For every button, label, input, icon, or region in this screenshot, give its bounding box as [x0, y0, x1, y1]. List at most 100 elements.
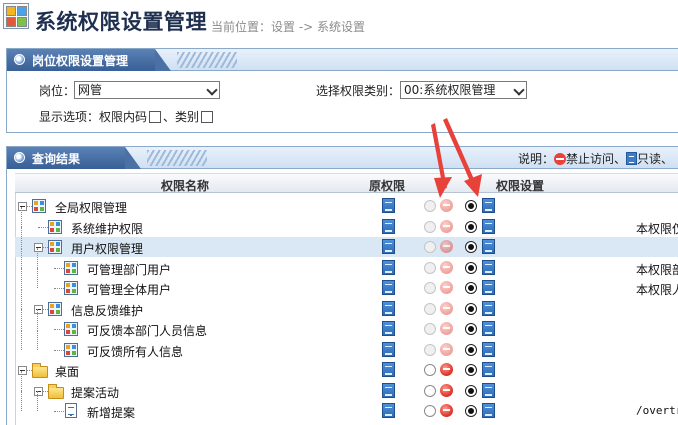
- permission-radio-selected[interactable]: [465, 323, 477, 335]
- table-row[interactable]: 可反馈所有人信息: [15, 330, 678, 360]
- permission-radio-none[interactable]: [424, 282, 436, 294]
- permission-radio-none[interactable]: [424, 262, 436, 274]
- permission-radio-none[interactable]: [424, 303, 436, 315]
- tree-item-label[interactable]: 信息反馈维护: [71, 302, 143, 319]
- forbid-icon[interactable]: [440, 302, 453, 315]
- permission-setting-icon[interactable]: [482, 321, 495, 336]
- permission-radio-none[interactable]: [424, 344, 436, 356]
- permission-radio-selected[interactable]: [465, 200, 477, 212]
- permission-radio-none[interactable]: [424, 221, 436, 233]
- permission-setting-icon[interactable]: [482, 219, 495, 234]
- tree-connector: [37, 391, 38, 411]
- module-icon: [64, 322, 78, 336]
- tree-item-label[interactable]: 用户权限管理: [71, 240, 143, 257]
- permission-radio-none[interactable]: [424, 241, 436, 253]
- table-row[interactable]: 系统维护权限 本权限仅: [15, 207, 678, 237]
- show-category-checkbox[interactable]: [201, 111, 214, 123]
- tree-item-label[interactable]: 系统维护权限: [71, 220, 143, 237]
- display-options: 显示选项：权限内码 、类别: [39, 108, 215, 125]
- tree-item-label[interactable]: 新增提案: [87, 404, 135, 421]
- tree-connector: [38, 227, 48, 228]
- permission-radio-none[interactable]: [424, 405, 436, 417]
- category-select[interactable]: 00:系统权限管理: [400, 81, 527, 99]
- tree-expander[interactable]: [18, 202, 27, 211]
- permission-setting-icon[interactable]: [482, 403, 495, 418]
- forbid-icon[interactable]: [440, 281, 453, 294]
- tree-connector: [54, 350, 64, 351]
- table-row[interactable]: 提案活动: [15, 371, 678, 401]
- results-panel-title: 查询结果: [32, 152, 81, 166]
- permission-setting-icon[interactable]: [482, 260, 495, 275]
- original-permission-icon: [382, 383, 395, 398]
- permission-setting-icon[interactable]: [482, 383, 495, 398]
- page-icon: [65, 403, 77, 418]
- forbid-icon[interactable]: [440, 343, 453, 356]
- table-row[interactable]: 用户权限管理: [15, 227, 678, 257]
- tree-item-label[interactable]: 可反馈所有人信息: [87, 343, 183, 360]
- permission-radio-selected[interactable]: [465, 221, 477, 233]
- position-select-value: 网管: [78, 83, 103, 97]
- permission-radio-none[interactable]: [424, 200, 436, 212]
- permission-radio-selected[interactable]: [465, 364, 477, 376]
- original-permission-icon: [382, 260, 395, 275]
- permission-setting-icon[interactable]: [482, 198, 495, 213]
- tree-item-label[interactable]: 可管理部门用户: [87, 261, 171, 278]
- legend: 说明： 禁止访问、 只读、: [518, 150, 673, 167]
- table-row[interactable]: 信息反馈维护: [15, 289, 678, 319]
- tree-expander[interactable]: [18, 366, 27, 375]
- top-header: 系统权限设置管理 当前位置：设置 -> 系统设置: [0, 0, 678, 40]
- forbid-icon[interactable]: [440, 363, 453, 376]
- legend-prefix: 说明：: [518, 152, 555, 166]
- show-code-checkbox[interactable]: [149, 111, 162, 123]
- permission-setting-icon[interactable]: [482, 301, 495, 316]
- table-row[interactable]: 新增提案/overtr: [15, 391, 678, 421]
- table-row[interactable]: 可反馈本部门人员信息: [15, 309, 678, 339]
- table-row[interactable]: 全局权限管理: [15, 196, 678, 216]
- table-row[interactable]: 可管理部门用户 本权限部: [15, 248, 678, 278]
- category-select-value: 00:系统权限管理: [404, 83, 496, 97]
- permission-radio-selected[interactable]: [465, 303, 477, 315]
- permission-radio-selected[interactable]: [465, 385, 477, 397]
- forbid-icon[interactable]: [440, 199, 453, 212]
- display-options-label: 显示选项：权限内码: [39, 110, 148, 124]
- column-header-original: 原权限: [369, 179, 406, 193]
- tree-expander[interactable]: [34, 305, 43, 314]
- forbid-icon[interactable]: [440, 261, 453, 274]
- permission-radio-none[interactable]: [424, 364, 436, 376]
- tree-item-label[interactable]: 桌面: [55, 363, 79, 380]
- forbid-icon[interactable]: [440, 220, 453, 233]
- permission-radio-selected[interactable]: [465, 241, 477, 253]
- forbid-icon[interactable]: [440, 404, 453, 417]
- tree-item-label[interactable]: 可反馈本部门人员信息: [87, 322, 207, 339]
- tree-item-label[interactable]: 提案活动: [71, 384, 119, 401]
- permission-radio-selected[interactable]: [465, 405, 477, 417]
- tree-connector: [21, 248, 22, 268]
- permission-radio-none[interactable]: [424, 385, 436, 397]
- permission-radio-selected[interactable]: [465, 282, 477, 294]
- permission-setting-icon[interactable]: [482, 280, 495, 295]
- tree-connector: [37, 309, 38, 329]
- permission-setting-icon[interactable]: [482, 239, 495, 254]
- permission-radio-selected[interactable]: [465, 262, 477, 274]
- table-row[interactable]: 可管理全体用户 本权限人: [15, 268, 678, 298]
- forbid-icon[interactable]: [440, 322, 453, 335]
- column-header-setting: 权限设置: [496, 179, 545, 193]
- position-select[interactable]: 网管: [74, 81, 220, 99]
- original-permission-icon: [382, 342, 395, 357]
- permission-radio-selected[interactable]: [465, 344, 477, 356]
- tree-expander[interactable]: [34, 243, 43, 252]
- tree-item-label[interactable]: 可管理全体用户: [87, 281, 171, 298]
- tree-item-label[interactable]: 全局权限管理: [55, 199, 127, 216]
- forbid-icon[interactable]: [440, 240, 453, 253]
- tree-connector: [21, 391, 22, 411]
- category-checkbox-label: 、类别: [163, 110, 200, 124]
- permission-setting-icon[interactable]: [482, 342, 495, 357]
- forbid-icon[interactable]: [440, 384, 453, 397]
- breadcrumb: 当前位置：设置 -> 系统设置: [211, 20, 366, 34]
- module-icon: [64, 343, 78, 357]
- table-row[interactable]: 桌面: [15, 360, 678, 380]
- panel-bullet-icon: [14, 54, 25, 65]
- permission-radio-none[interactable]: [424, 323, 436, 335]
- tree-expander[interactable]: [34, 387, 43, 396]
- permission-setting-icon[interactable]: [482, 362, 495, 377]
